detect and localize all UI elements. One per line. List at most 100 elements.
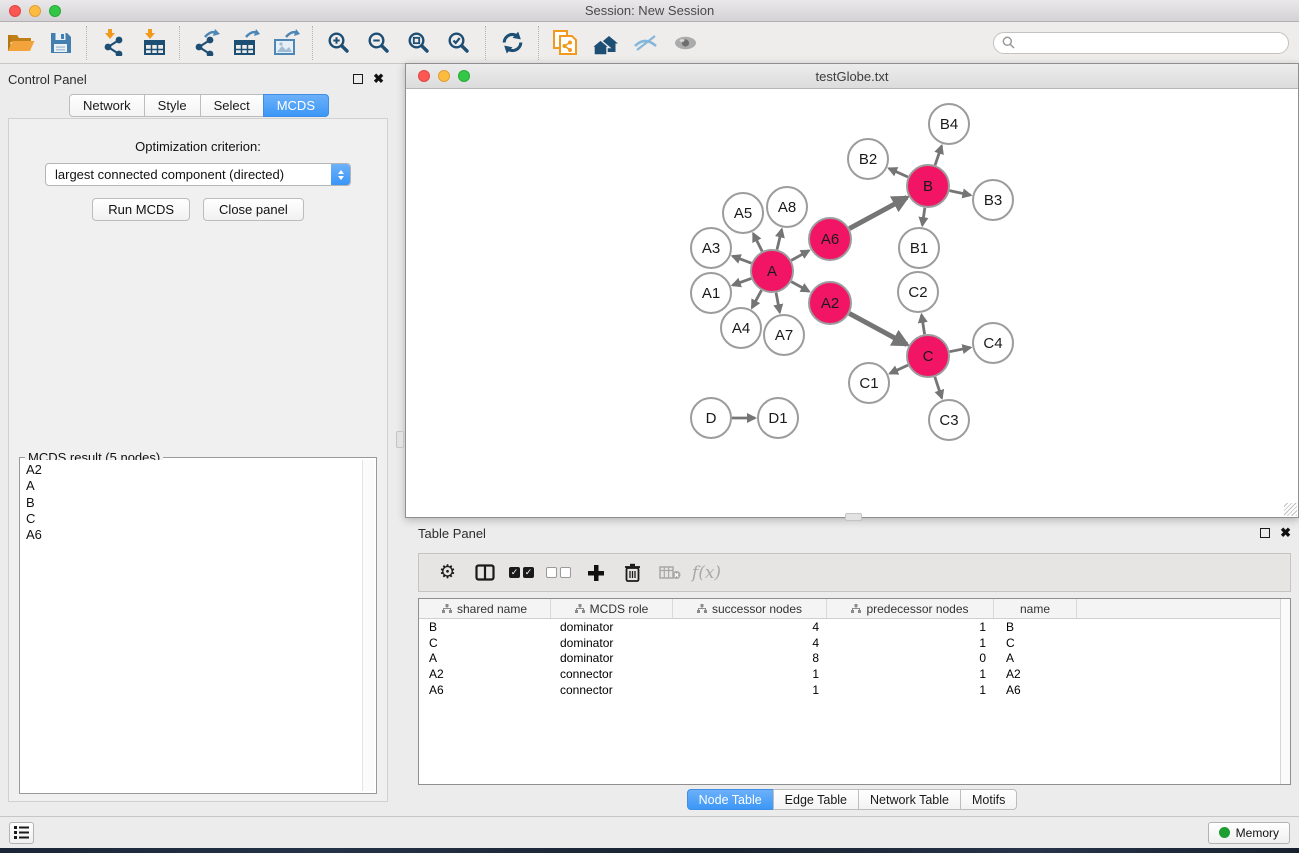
table-row[interactable]: Adominator 80 A xyxy=(419,651,1290,667)
graph-edge-A-A3[interactable] xyxy=(733,256,752,263)
refresh-network-button[interactable] xyxy=(494,25,530,61)
memory-button[interactable]: Memory xyxy=(1208,822,1290,844)
result-item[interactable]: C xyxy=(26,511,362,527)
export-network-button[interactable] xyxy=(188,25,224,61)
graph-edge-A-A5[interactable] xyxy=(753,234,762,252)
table-row[interactable]: Bdominator 41 B xyxy=(419,619,1290,635)
add-column-button[interactable] xyxy=(577,557,614,589)
table-settings-button[interactable]: ⚙ xyxy=(429,557,466,589)
deselect-all-button[interactable] xyxy=(540,557,577,589)
tab-motifs[interactable]: Motifs xyxy=(960,789,1017,810)
zoom-in-button[interactable] xyxy=(321,25,357,61)
graph-edge-B-B2[interactable] xyxy=(889,168,908,177)
search-field[interactable] xyxy=(993,32,1289,54)
network-zoom-button[interactable] xyxy=(458,70,470,82)
graph-edge-B-B1[interactable] xyxy=(922,208,925,225)
tab-node-table[interactable]: Node Table xyxy=(687,789,774,810)
network-window-titlebar[interactable]: testGlobe.txt xyxy=(406,64,1298,89)
export-table-button[interactable] xyxy=(228,25,264,61)
graph-node-label-D1: D1 xyxy=(768,410,787,427)
graph-edge-A6-B[interactable] xyxy=(849,197,907,228)
zoom-fit-button[interactable] xyxy=(401,25,437,61)
resize-grip-icon[interactable] xyxy=(1284,503,1297,516)
home-button[interactable] xyxy=(587,25,623,61)
graph-edge-B-B4[interactable] xyxy=(935,146,942,165)
float-panel-icon[interactable] xyxy=(353,74,363,84)
tab-mcds[interactable]: MCDS xyxy=(263,94,329,117)
column-header-name[interactable]: name xyxy=(994,599,1077,618)
result-item[interactable]: A xyxy=(26,478,362,494)
vertical-splitter-handle[interactable] xyxy=(396,431,404,448)
import-network-button[interactable] xyxy=(95,25,131,61)
table-row[interactable]: A2connector 11 A2 xyxy=(419,666,1290,682)
tab-network-table[interactable]: Network Table xyxy=(858,789,961,810)
tab-style[interactable]: Style xyxy=(144,94,201,117)
graph-edge-A-A8[interactable] xyxy=(777,229,782,249)
graph-edge-A-A1[interactable] xyxy=(733,278,752,285)
graphics-details-eye-icon xyxy=(632,31,658,55)
column-chooser-button[interactable] xyxy=(466,557,503,589)
zoom-window-button[interactable] xyxy=(49,5,61,17)
graph-edge-A-A6[interactable] xyxy=(791,251,809,261)
save-session-button[interactable] xyxy=(42,25,78,61)
select-all-button[interactable]: ✓✓ xyxy=(503,557,540,589)
function-builder-icon: f(x) xyxy=(692,563,721,583)
criterion-selected-value: largest connected component (directed) xyxy=(46,167,331,182)
result-item[interactable]: B xyxy=(26,495,362,511)
graph-edge-C-C2[interactable] xyxy=(922,315,925,335)
function-builder-button[interactable]: f(x) xyxy=(688,557,725,589)
network-close-button[interactable] xyxy=(418,70,430,82)
toggle-graphics-details-button[interactable] xyxy=(627,25,663,61)
result-item[interactable]: A6 xyxy=(26,527,362,543)
network-minimize-button[interactable] xyxy=(438,70,450,82)
delete-column-button[interactable] xyxy=(614,557,651,589)
graph-edge-A2-C[interactable] xyxy=(849,313,907,344)
network-graph[interactable]: B4B2BB3A5A8A6B1A3AC2A1A2A4A7C4CC1DD1C3 xyxy=(407,90,1297,516)
close-panel-button[interactable]: Close panel xyxy=(203,198,304,221)
close-table-panel-icon[interactable]: ✖ xyxy=(1280,528,1291,538)
graph-edge-C-C1[interactable] xyxy=(890,365,908,373)
graph-node-label-C4: C4 xyxy=(983,335,1002,352)
run-mcds-button[interactable]: Run MCDS xyxy=(92,198,190,221)
column-header-successor-nodes[interactable]: successor nodes xyxy=(673,599,827,618)
column-header-shared-name[interactable]: shared name xyxy=(419,599,551,618)
network-canvas[interactable]: B4B2BB3A5A8A6B1A3AC2A1A2A4A7C4CC1DD1C3 xyxy=(407,90,1297,516)
graph-edge-C-C3[interactable] xyxy=(935,377,942,398)
open-session-button[interactable] xyxy=(2,25,38,61)
result-scrollbar[interactable] xyxy=(362,460,374,791)
graph-edge-B-B3[interactable] xyxy=(950,191,971,196)
import-table-button[interactable] xyxy=(135,25,171,61)
graph-edge-A-A7[interactable] xyxy=(776,293,780,313)
open-folder-icon xyxy=(6,31,35,55)
criterion-dropdown[interactable]: largest connected component (directed) xyxy=(45,163,351,186)
table-row[interactable]: Cdominator 41 C xyxy=(419,635,1290,651)
graph-node-label-A5: A5 xyxy=(734,205,752,222)
result-item[interactable]: A2 xyxy=(26,462,362,478)
graph-edge-C-C4[interactable] xyxy=(950,348,971,352)
table-row[interactable]: A6connector 11 A6 xyxy=(419,682,1290,698)
graph-edge-A-A4[interactable] xyxy=(752,290,762,307)
search-input[interactable] xyxy=(1015,36,1280,50)
tab-edge-table[interactable]: Edge Table xyxy=(773,789,859,810)
delete-table-button[interactable] xyxy=(651,557,688,589)
float-table-panel-icon[interactable] xyxy=(1260,528,1270,538)
table-panel-title: Table Panel xyxy=(418,526,486,541)
column-header-predecessor-nodes[interactable]: predecessor nodes xyxy=(827,599,994,618)
table-scrollbar[interactable] xyxy=(1280,599,1290,784)
mcds-result-list[interactable]: A2 A B C A6 xyxy=(22,460,362,791)
column-header-mcds-role[interactable]: MCDS role xyxy=(551,599,673,618)
show-hide-button[interactable] xyxy=(667,25,703,61)
zoom-selected-button[interactable] xyxy=(441,25,477,61)
show-panels-button[interactable] xyxy=(9,822,34,844)
zoom-out-button[interactable] xyxy=(361,25,397,61)
graph-edge-A-A2[interactable] xyxy=(791,282,809,292)
export-image-button[interactable] xyxy=(268,25,304,61)
tab-network[interactable]: Network xyxy=(69,94,145,117)
tab-select[interactable]: Select xyxy=(200,94,264,117)
table-panel: Table Panel ✖ ⚙ ✓✓ xyxy=(405,520,1299,812)
horizontal-splitter-handle[interactable] xyxy=(845,513,862,521)
close-window-button[interactable] xyxy=(9,5,21,17)
network-file-button[interactable] xyxy=(547,25,583,61)
close-panel-icon[interactable]: ✖ xyxy=(373,74,384,84)
minimize-window-button[interactable] xyxy=(29,5,41,17)
